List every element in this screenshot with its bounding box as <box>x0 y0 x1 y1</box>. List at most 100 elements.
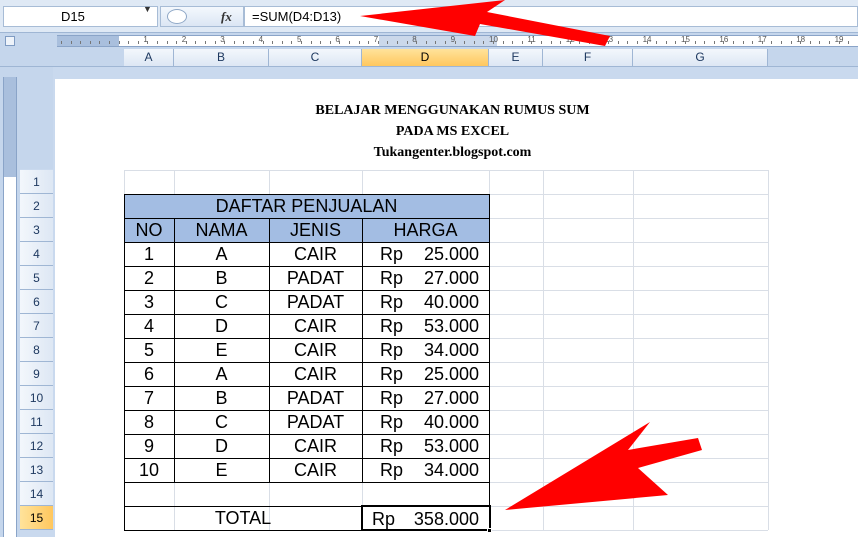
table-header-nama[interactable]: NAMA <box>174 218 269 242</box>
cell-harga[interactable]: Rp 25.000 <box>362 242 489 266</box>
cell-jenis[interactable]: CAIR <box>269 362 362 386</box>
cell-jenis[interactable]: CAIR <box>269 338 362 362</box>
fill-handle[interactable] <box>487 528 492 533</box>
row-header-12[interactable]: 12 <box>20 434 53 458</box>
row-header-1[interactable]: 1 <box>20 170 53 194</box>
cell-harga[interactable]: Rp 53.000 <box>362 434 489 458</box>
cell-nama[interactable]: B <box>174 386 269 410</box>
vertical-ruler[interactable] <box>3 77 17 537</box>
column-header-row: A B C D E F G <box>0 49 858 67</box>
cell-nama[interactable]: C <box>174 410 269 434</box>
cell-no[interactable]: 2 <box>124 266 174 290</box>
row-header-9[interactable]: 9 <box>20 362 53 386</box>
currency-label: Rp <box>380 388 404 408</box>
insert-function-icon[interactable]: fx <box>221 7 232 26</box>
cell-jenis[interactable]: CAIR <box>269 242 362 266</box>
name-box[interactable]: D15 <box>3 6 158 27</box>
ruler-tick <box>186 41 187 44</box>
chevron-down-icon[interactable]: ▼ <box>143 4 152 14</box>
row-header-4[interactable]: 4 <box>20 242 53 266</box>
cell-nama[interactable]: B <box>174 266 269 290</box>
ruler-tick <box>157 41 158 44</box>
column-header-b[interactable]: B <box>174 49 269 66</box>
ruler-tick <box>234 41 235 44</box>
cell-no[interactable]: 9 <box>124 434 174 458</box>
column-header-f[interactable]: F <box>543 49 633 66</box>
ruler-tab-selector[interactable] <box>5 36 15 46</box>
cell-no[interactable]: 7 <box>124 386 174 410</box>
cell-harga[interactable]: Rp 25.000 <box>362 362 489 386</box>
ruler-tick <box>695 41 696 44</box>
row-header-5[interactable]: 5 <box>20 266 53 290</box>
vertical-ruler-top-margin <box>4 77 16 177</box>
cell-jenis[interactable]: PADAT <box>269 290 362 314</box>
row-header-15[interactable]: 15 <box>20 506 53 530</box>
total-label[interactable]: TOTAL <box>124 506 362 530</box>
price-amount: 27.000 <box>423 388 479 408</box>
cell-harga[interactable]: Rp 40.000 <box>362 290 489 314</box>
cell-no[interactable]: 1 <box>124 242 174 266</box>
column-header-filler <box>768 49 858 66</box>
ruler-tick <box>339 41 340 44</box>
cell-nama[interactable]: A <box>174 242 269 266</box>
cell-nama[interactable]: A <box>174 362 269 386</box>
column-header-a[interactable]: A <box>124 49 174 66</box>
ruler-tick <box>647 41 648 44</box>
ruler-tick <box>215 41 216 44</box>
currency-label: Rp <box>380 436 404 456</box>
ruler-tick <box>848 41 849 44</box>
cell-nama[interactable]: E <box>174 338 269 362</box>
cell-nama[interactable]: E <box>174 458 269 482</box>
cell-harga[interactable]: Rp 34.000 <box>362 458 489 482</box>
cell-jenis[interactable]: CAIR <box>269 314 362 338</box>
cell-no[interactable]: 6 <box>124 362 174 386</box>
ruler-tick <box>119 41 120 44</box>
cell-harga[interactable]: Rp 53.000 <box>362 314 489 338</box>
table-header-jenis[interactable]: JENIS <box>269 218 362 242</box>
cell-harga[interactable]: Rp 27.000 <box>362 386 489 410</box>
ruler-tick <box>109 41 110 44</box>
cell-jenis[interactable]: PADAT <box>269 266 362 290</box>
currency-label: Rp <box>380 244 404 264</box>
cell-nama[interactable]: D <box>174 434 269 458</box>
ruler-tick <box>618 41 619 44</box>
cell-jenis[interactable]: PADAT <box>269 410 362 434</box>
cell-jenis[interactable]: PADAT <box>269 386 362 410</box>
column-header-e[interactable]: E <box>489 49 543 66</box>
cell-jenis[interactable]: CAIR <box>269 434 362 458</box>
row-header-2[interactable]: 2 <box>20 194 53 218</box>
row-header-3[interactable]: 3 <box>20 218 53 242</box>
row-header-10[interactable]: 10 <box>20 386 53 410</box>
cell-no[interactable]: 4 <box>124 314 174 338</box>
row-header-7[interactable]: 7 <box>20 314 53 338</box>
table-border <box>124 482 490 483</box>
cell-nama[interactable]: D <box>174 314 269 338</box>
active-cell-d15[interactable]: Rp 358.000 <box>361 505 491 531</box>
column-header-d[interactable]: D <box>362 49 489 66</box>
cell-no[interactable]: 5 <box>124 338 174 362</box>
table-header-no[interactable]: NO <box>124 218 174 242</box>
row-header-13[interactable]: 13 <box>20 458 53 482</box>
table-header-harga[interactable]: HARGA <box>362 218 489 242</box>
row-header-8[interactable]: 8 <box>20 338 53 362</box>
cell-nama[interactable]: C <box>174 290 269 314</box>
cell-no[interactable]: 10 <box>124 458 174 482</box>
ruler-tick <box>263 41 264 44</box>
table-border <box>124 314 490 315</box>
cell-harga[interactable]: Rp 40.000 <box>362 410 489 434</box>
cell-no[interactable]: 8 <box>124 410 174 434</box>
row-header-6[interactable]: 6 <box>20 290 53 314</box>
table-border <box>124 458 490 459</box>
expand-formula-bar-icon[interactable] <box>167 9 187 24</box>
row-header-11[interactable]: 11 <box>20 410 53 434</box>
cell-harga[interactable]: Rp 27.000 <box>362 266 489 290</box>
table-border <box>124 194 125 482</box>
row-header-14[interactable]: 14 <box>20 482 53 506</box>
page-title-line-3: Tukangenter.blogspot.com <box>373 145 532 160</box>
column-header-c[interactable]: C <box>269 49 362 66</box>
column-header-g[interactable]: G <box>633 49 768 66</box>
cell-jenis[interactable]: CAIR <box>269 458 362 482</box>
cell-no[interactable]: 3 <box>124 290 174 314</box>
cell-harga[interactable]: Rp 34.000 <box>362 338 489 362</box>
total-amount: 358.000 <box>413 509 479 529</box>
